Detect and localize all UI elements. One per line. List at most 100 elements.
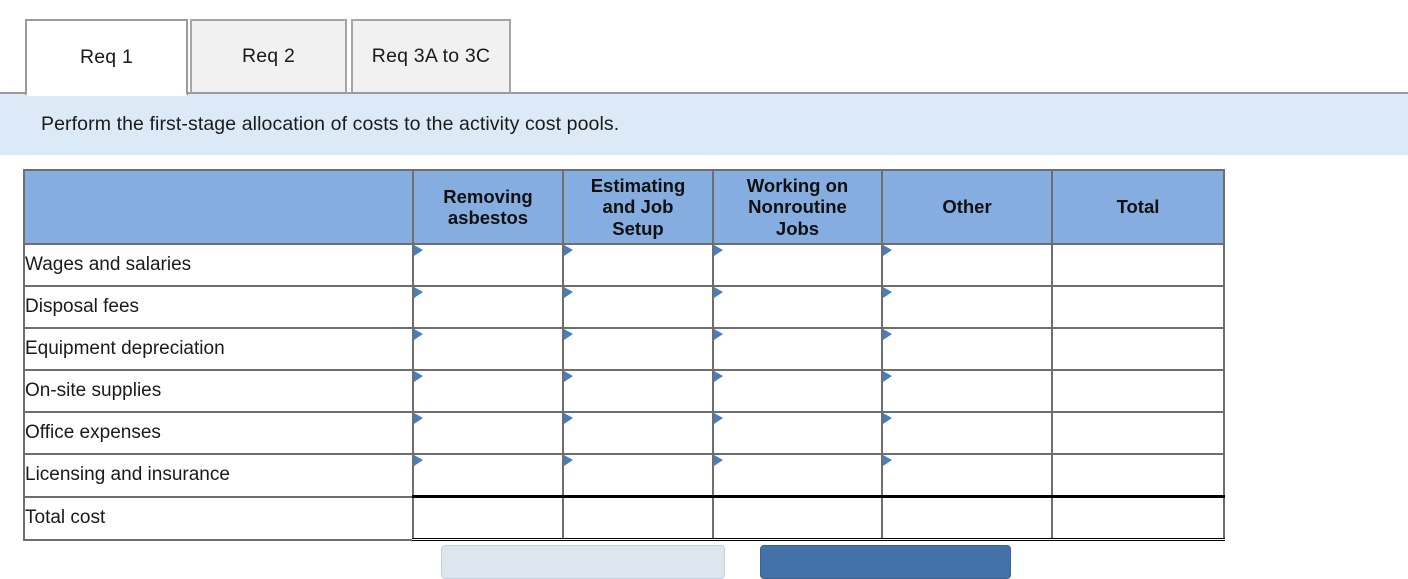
- input-cell[interactable]: [881, 453, 1053, 498]
- input-cell[interactable]: [881, 495, 1053, 541]
- input-cell[interactable]: [881, 411, 1053, 455]
- dropdown-triangle-icon[interactable]: [564, 287, 573, 298]
- header-removing-asbestos: Removing asbestos: [412, 169, 564, 245]
- dropdown-triangle-icon[interactable]: [414, 287, 423, 298]
- input-cell[interactable]: [881, 327, 1053, 371]
- row-label: Licensing and insurance: [23, 453, 414, 498]
- input-cell[interactable]: [562, 495, 714, 541]
- input-cell[interactable]: [712, 411, 883, 455]
- dropdown-triangle-icon[interactable]: [714, 371, 723, 382]
- input-cell[interactable]: [881, 243, 1053, 287]
- header-line: Jobs: [775, 217, 820, 239]
- dropdown-triangle-icon[interactable]: [714, 455, 723, 466]
- dropdown-triangle-icon[interactable]: [883, 287, 892, 298]
- allocation-table-container: Removing asbestos Estimating and Job Set…: [23, 169, 1225, 541]
- dropdown-triangle-icon[interactable]: [414, 371, 423, 382]
- input-cell[interactable]: [412, 411, 564, 455]
- input-cell[interactable]: [712, 243, 883, 287]
- header-line: Working on: [746, 175, 849, 197]
- input-cell[interactable]: [412, 243, 564, 287]
- dropdown-triangle-icon[interactable]: [714, 245, 723, 256]
- dropdown-triangle-icon[interactable]: [414, 413, 423, 424]
- input-cell[interactable]: [881, 285, 1053, 329]
- input-cell[interactable]: [1051, 453, 1225, 498]
- tab-req-1-label: Req 1: [79, 46, 134, 68]
- dropdown-triangle-icon[interactable]: [714, 329, 723, 340]
- input-cell[interactable]: [562, 327, 714, 371]
- tab-strip: Req 1 Req 2 Req 3A to 3C: [0, 0, 1408, 96]
- input-cell[interactable]: [1051, 243, 1225, 287]
- input-cell[interactable]: [562, 369, 714, 413]
- allocation-table-header: Removing asbestos Estimating and Job Set…: [23, 169, 1225, 245]
- input-cell[interactable]: [1051, 369, 1225, 413]
- input-cell[interactable]: [562, 411, 714, 455]
- previous-button[interactable]: [441, 545, 725, 579]
- input-cell[interactable]: [712, 495, 883, 541]
- tab-req-3a-to-3c-label: Req 3A to 3C: [371, 45, 491, 67]
- input-cell[interactable]: [1051, 495, 1225, 541]
- row-label: Equipment depreciation: [23, 327, 414, 371]
- header-line: Other: [942, 196, 992, 218]
- table-row: Office expenses: [23, 411, 1225, 455]
- input-cell[interactable]: [412, 453, 564, 498]
- dropdown-triangle-icon[interactable]: [564, 329, 573, 340]
- header-total: Total: [1051, 169, 1225, 245]
- dropdown-triangle-icon[interactable]: [564, 245, 573, 256]
- input-cell[interactable]: [412, 495, 564, 541]
- dropdown-triangle-icon[interactable]: [883, 455, 892, 466]
- input-cell[interactable]: [712, 285, 883, 329]
- tab-req-1[interactable]: Req 1: [25, 19, 188, 96]
- input-cell[interactable]: [712, 453, 883, 498]
- dropdown-triangle-icon[interactable]: [414, 455, 423, 466]
- dropdown-triangle-icon[interactable]: [564, 455, 573, 466]
- dropdown-triangle-icon[interactable]: [564, 413, 573, 424]
- dropdown-triangle-icon[interactable]: [883, 245, 892, 256]
- input-cell[interactable]: [712, 327, 883, 371]
- input-cell[interactable]: [712, 369, 883, 413]
- input-cell[interactable]: [562, 285, 714, 329]
- table-row: Wages and salaries: [23, 243, 1225, 287]
- tab-req-3a-to-3c[interactable]: Req 3A to 3C: [351, 19, 511, 94]
- input-cell[interactable]: [1051, 285, 1225, 329]
- dropdown-triangle-icon[interactable]: [414, 329, 423, 340]
- next-button[interactable]: [760, 545, 1011, 579]
- header-line: asbestos: [447, 207, 529, 228]
- header-line: Nonroutine: [748, 196, 847, 218]
- header-working-on-nonroutine-jobs: Working on Nonroutine Jobs: [712, 169, 883, 245]
- instruction-text: Perform the first-stage allocation of co…: [41, 113, 620, 135]
- header-row: Removing asbestos Estimating and Job Set…: [23, 169, 1225, 245]
- input-cell[interactable]: [412, 285, 564, 329]
- table-row: On-site supplies: [23, 369, 1225, 413]
- allocation-table-body: Wages and salaries Disposal fees Equipment…: [23, 243, 1225, 541]
- dropdown-triangle-icon[interactable]: [883, 413, 892, 424]
- header-line: Removing: [443, 185, 533, 207]
- table-row: Equipment depreciation: [23, 327, 1225, 371]
- dropdown-triangle-icon[interactable]: [883, 371, 892, 382]
- input-cell[interactable]: [412, 369, 564, 413]
- input-cell[interactable]: [1051, 327, 1225, 371]
- header-corner-cell: [23, 169, 414, 245]
- row-label: Disposal fees: [23, 285, 414, 329]
- tab-req-2-label: Req 2: [241, 45, 296, 67]
- dropdown-triangle-icon[interactable]: [714, 413, 723, 424]
- tab-req-2[interactable]: Req 2: [190, 19, 347, 94]
- row-label: Total cost: [23, 495, 414, 541]
- header-line: and Job: [602, 196, 674, 218]
- input-cell[interactable]: [562, 243, 714, 287]
- table-row: Licensing and insurance: [23, 453, 1225, 498]
- table-row: Disposal fees: [23, 285, 1225, 329]
- input-cell[interactable]: [881, 369, 1053, 413]
- header-line: Setup: [612, 217, 664, 239]
- input-cell[interactable]: [562, 453, 714, 498]
- dropdown-triangle-icon[interactable]: [414, 245, 423, 256]
- input-cell[interactable]: [1051, 411, 1225, 455]
- header-estimating-and-job-setup: Estimating and Job Setup: [562, 169, 714, 245]
- dropdown-triangle-icon[interactable]: [883, 329, 892, 340]
- table-row: Total cost: [23, 495, 1225, 541]
- header-line: Total: [1116, 196, 1160, 218]
- dropdown-triangle-icon[interactable]: [564, 371, 573, 382]
- row-label: Office expenses: [23, 411, 414, 455]
- input-cell[interactable]: [412, 327, 564, 371]
- dropdown-triangle-icon[interactable]: [714, 287, 723, 298]
- row-label: Wages and salaries: [23, 243, 414, 287]
